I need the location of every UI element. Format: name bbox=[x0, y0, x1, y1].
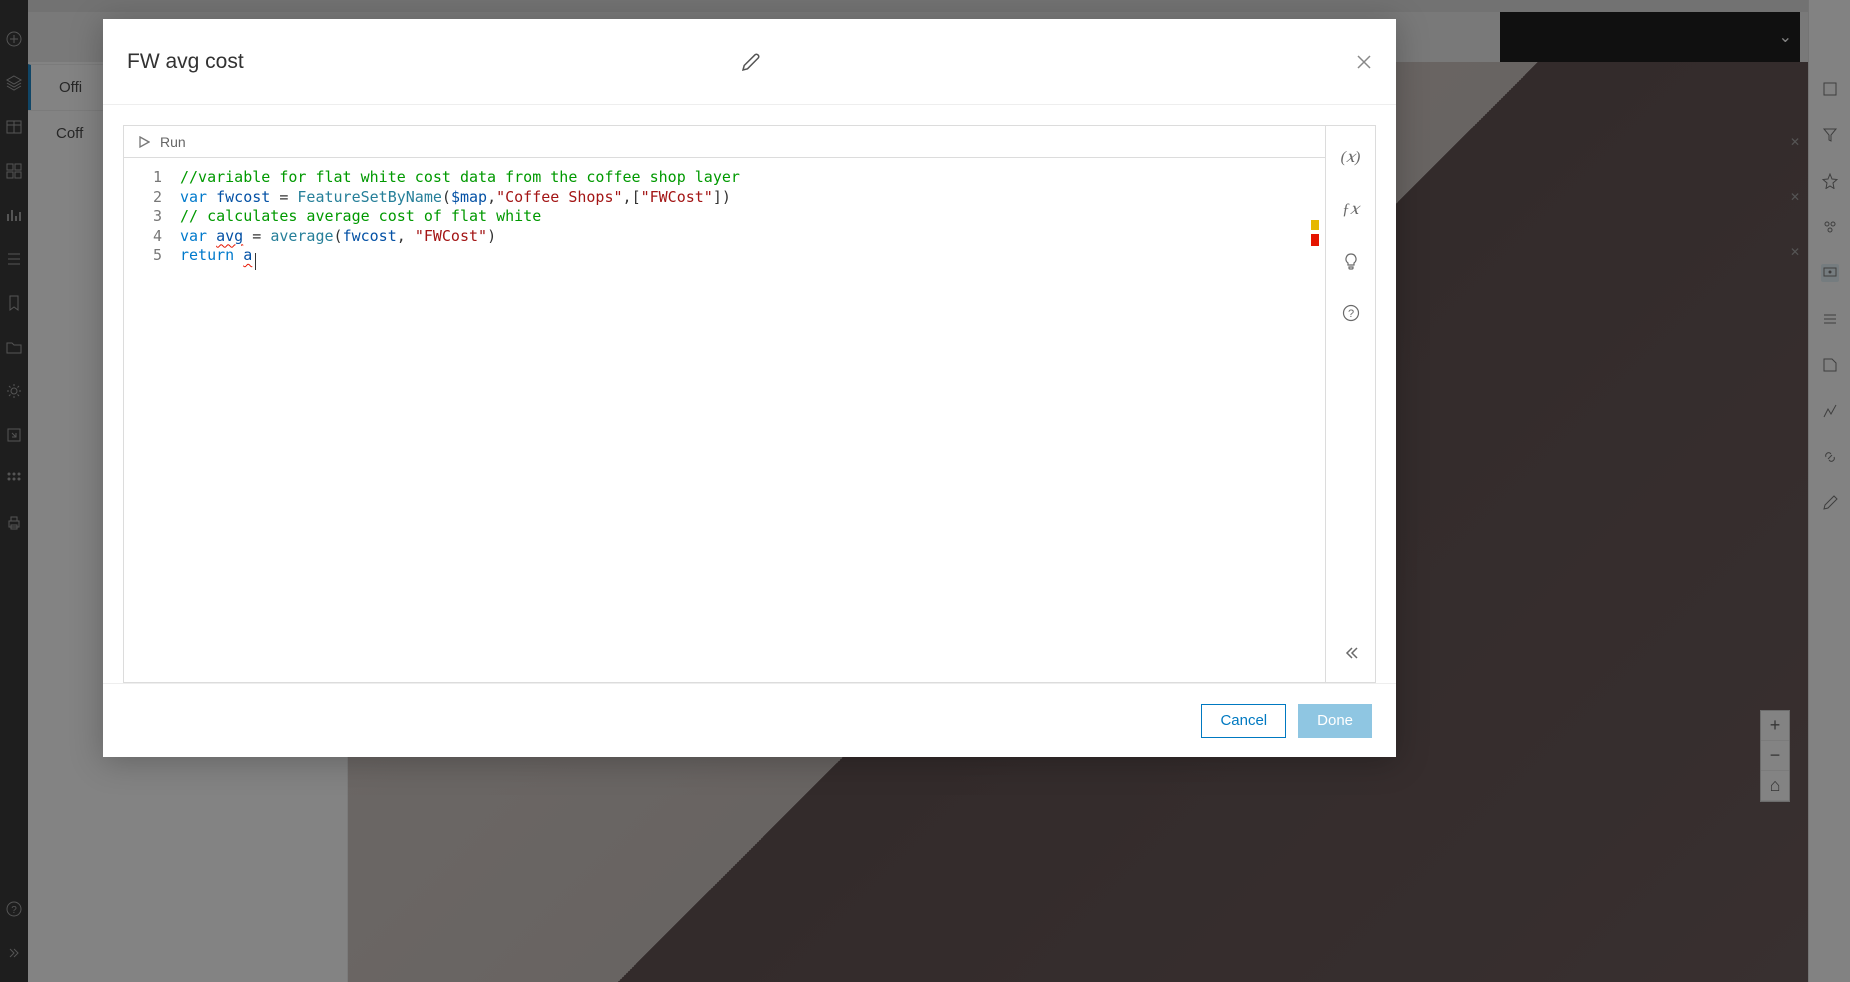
expression-title: FW avg cost bbox=[127, 50, 244, 74]
line-number-gutter: 1 2 3 4 5 bbox=[124, 158, 180, 682]
done-button[interactable]: Done bbox=[1298, 704, 1372, 738]
code-line-5: return a bbox=[180, 246, 1311, 266]
svg-text:?: ? bbox=[1347, 308, 1353, 320]
minimap-error-marker bbox=[1311, 234, 1319, 246]
code-line-2: var fwcost = FeatureSetByName($map,"Coff… bbox=[180, 188, 1311, 208]
pencil-icon[interactable] bbox=[740, 51, 762, 73]
minimap-warning-marker bbox=[1311, 220, 1319, 230]
play-icon bbox=[138, 136, 150, 148]
code-line-4: var avg = average(fwcost, "FWCost") bbox=[180, 227, 1311, 247]
line-number: 4 bbox=[124, 227, 162, 247]
code-line-3: // calculates average cost of flat white bbox=[180, 207, 1311, 227]
modal-header: FW avg cost bbox=[103, 19, 1396, 105]
collapse-rail-icon[interactable] bbox=[1340, 642, 1362, 664]
minimap-scrollbar[interactable] bbox=[1311, 158, 1325, 682]
run-button[interactable]: Run bbox=[124, 126, 1325, 158]
text-cursor bbox=[255, 253, 256, 270]
editor-main: Run 1 2 3 4 5 //variable for flat white … bbox=[124, 126, 1325, 682]
line-number: 5 bbox=[124, 246, 162, 266]
variables-tab-icon[interactable]: (𝑥) bbox=[1340, 146, 1362, 168]
modal-body: Run 1 2 3 4 5 //variable for flat white … bbox=[103, 105, 1396, 683]
line-number: 1 bbox=[124, 168, 162, 188]
suggestions-tab-icon[interactable] bbox=[1340, 250, 1362, 272]
close-icon[interactable] bbox=[1354, 52, 1374, 72]
run-label: Run bbox=[160, 134, 186, 150]
expression-editor-modal: FW avg cost Run 1 2 3 bbox=[103, 19, 1396, 757]
line-number: 2 bbox=[124, 188, 162, 208]
functions-tab-icon[interactable]: ƒ𝑥 bbox=[1340, 198, 1362, 220]
editor-frame: Run 1 2 3 4 5 //variable for flat white … bbox=[123, 125, 1376, 683]
cancel-button[interactable]: Cancel bbox=[1201, 704, 1286, 738]
line-number: 3 bbox=[124, 207, 162, 227]
code-line-1: //variable for flat white cost data from… bbox=[180, 168, 1311, 188]
code-editor[interactable]: 1 2 3 4 5 //variable for flat white cost… bbox=[124, 158, 1325, 682]
modal-footer: Cancel Done bbox=[103, 683, 1396, 757]
code-content[interactable]: //variable for flat white cost data from… bbox=[180, 158, 1311, 682]
help-tab-icon[interactable]: ? bbox=[1340, 302, 1362, 324]
editor-tool-rail: (𝑥) ƒ𝑥 ? bbox=[1325, 126, 1375, 682]
